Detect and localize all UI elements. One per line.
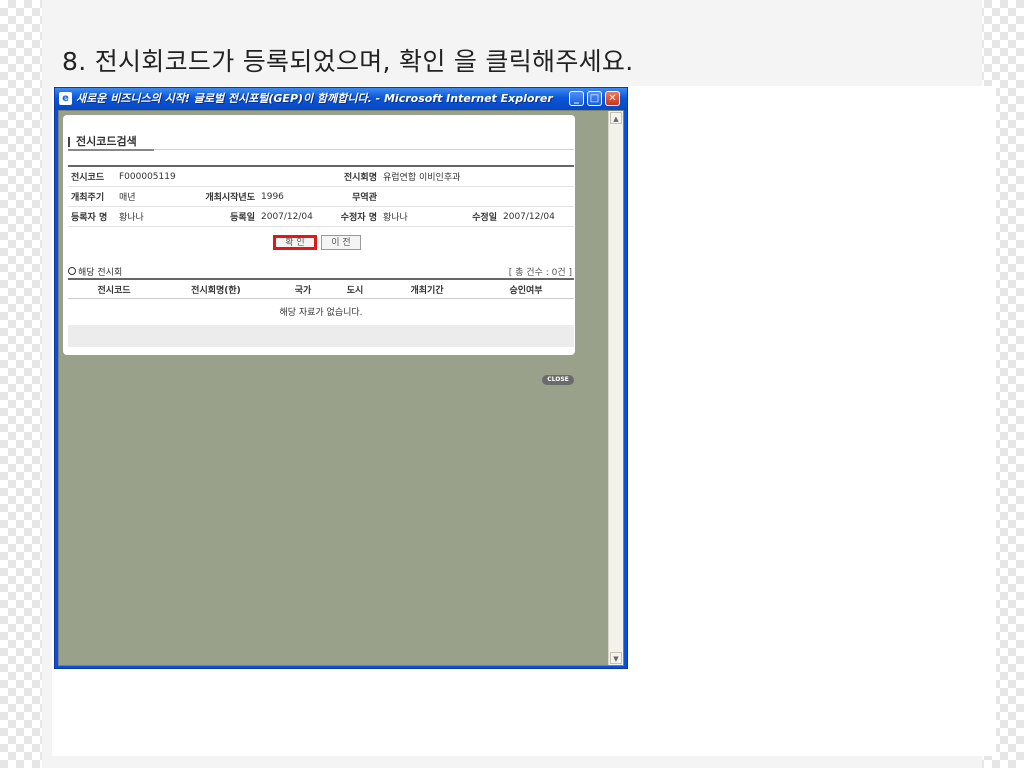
scroll-down-icon[interactable]: ▼ xyxy=(610,652,622,664)
section-label-text: 해당 전시회 xyxy=(78,268,123,278)
title-bar-icon xyxy=(68,137,70,147)
exhibit-code-value: F000005119 xyxy=(116,166,202,187)
prev-button[interactable]: 이 전 xyxy=(321,235,361,250)
reg-date-value: 2007/12/04 xyxy=(258,206,324,227)
column-header: 개최기간 xyxy=(376,279,478,299)
column-header: 전시코드 xyxy=(68,279,160,299)
list-footer xyxy=(68,325,574,347)
exhibit-name-label: 전시회명 xyxy=(324,166,380,187)
modifier-value: 황나나 xyxy=(380,206,456,227)
empty-row: 해당 자료가 없습니다. xyxy=(68,299,574,324)
vertical-scrollbar[interactable]: ▲ ▼ xyxy=(608,111,623,665)
exhibit-code-label: 전시코드 xyxy=(68,166,116,187)
column-header: 승인여부 xyxy=(478,279,574,299)
close-link[interactable]: CLOSE xyxy=(542,375,574,385)
cycle-value: 매년 xyxy=(116,186,202,207)
trade-hall-label: 무역관 xyxy=(324,186,380,207)
registrant-value: 황나나 xyxy=(116,206,202,227)
reg-date-label: 등록일 xyxy=(202,206,258,227)
ie-icon: e xyxy=(59,92,72,105)
confirm-button[interactable]: 확 인 xyxy=(273,235,317,250)
panel-title: 전시코드검색 xyxy=(68,133,137,149)
column-header: 도시 xyxy=(334,279,376,299)
panel-title-text: 전시코드검색 xyxy=(76,135,137,148)
close-button[interactable]: ✕ xyxy=(605,91,620,106)
empty-message: 해당 자료가 없습니다. xyxy=(279,307,363,318)
info-row: 개최주기 매년 개최시작년도 1996 무역관 xyxy=(68,186,574,207)
instruction-text: 8. 전시회코드가 등록되었으며, 확인 을 클릭해주세요. xyxy=(62,47,634,76)
browser-content: ▲ ▼ 전시코드검색 전시코드 F000005119 전시회명 유럽연합 이비인… xyxy=(58,110,624,666)
window-title: 새로운 비즈니스의 시작! 글로벌 전시포털(GEP)이 함께합니다. - Mi… xyxy=(76,92,553,105)
window-titlebar[interactable]: e 새로운 비즈니스의 시작! 글로벌 전시포털(GEP)이 함께합니다. - … xyxy=(55,88,627,110)
info-row: 등록자 명 황나나 등록일 2007/12/04 수정자 명 황나나 수정일 2… xyxy=(68,206,574,227)
exhibit-info-table: 전시코드 F000005119 전시회명 유럽연합 이비인후과 개최주기 매년 … xyxy=(68,165,574,227)
scroll-up-icon[interactable]: ▲ xyxy=(610,112,622,124)
bullet-icon xyxy=(68,267,76,275)
section-label: 해당 전시회 xyxy=(68,265,122,278)
modifier-label: 수정자 명 xyxy=(324,206,380,227)
column-header: 국가 xyxy=(272,279,334,299)
cycle-label: 개최주기 xyxy=(68,186,116,207)
exhibit-list-table: 전시코드 전시회명(한) 국가 도시 개최기간 승인여부 해당 자료가 없습니다… xyxy=(68,278,574,323)
title-accent-divider xyxy=(68,149,154,151)
trade-hall-value xyxy=(380,186,574,207)
code-search-panel: 전시코드검색 전시코드 F000005119 전시회명 유럽연합 이비인후과 개… xyxy=(63,115,575,355)
list-header-row: 전시코드 전시회명(한) 국가 도시 개최기간 승인여부 xyxy=(68,279,574,299)
minimize-button[interactable]: _ xyxy=(569,91,584,106)
start-year-label: 개최시작년도 xyxy=(202,186,258,207)
mod-date-label: 수정일 xyxy=(456,206,500,227)
maximize-button[interactable]: □ xyxy=(587,91,602,106)
total-count: [ 총 건수 : 0건 ] xyxy=(508,268,572,278)
mod-date-value: 2007/12/04 xyxy=(500,206,574,227)
start-year-value: 1996 xyxy=(258,186,324,207)
registrant-label: 등록자 명 xyxy=(68,206,116,227)
exhibit-name-value: 유럽연합 이비인후과 xyxy=(380,166,574,187)
column-header: 전시회명(한) xyxy=(160,279,272,299)
info-row: 전시코드 F000005119 전시회명 유럽연합 이비인후과 xyxy=(68,166,574,187)
ie-window: e 새로운 비즈니스의 시작! 글로벌 전시포털(GEP)이 함께합니다. - … xyxy=(54,87,628,669)
